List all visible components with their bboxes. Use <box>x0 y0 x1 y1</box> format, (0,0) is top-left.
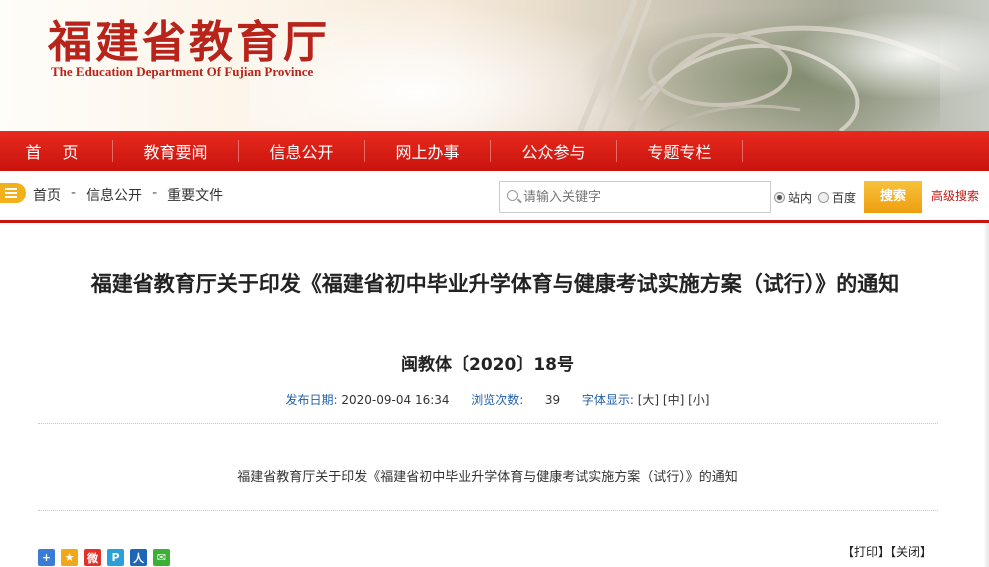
nav-item-online-services[interactable]: 网上办事 <box>365 139 490 163</box>
tencent-weibo-icon[interactable]: P <box>107 549 124 566</box>
menu-list-icon <box>0 183 26 203</box>
scope-baidu-radio[interactable]: 百度 <box>818 189 856 206</box>
font-size-small-button[interactable]: [小] <box>688 393 709 407</box>
breadcrumb: 首页 - 信息公开 - 重要文件 <box>33 185 223 205</box>
article-meta: 发布日期: 2020-09-04 16:34 浏览次数: 39 字体显示: [大… <box>0 391 989 408</box>
print-link[interactable]: 【打印】 <box>842 545 890 559</box>
nav-item-public-participation[interactable]: 公众参与 <box>491 139 616 163</box>
article-body[interactable]: 福建省教育厅关于印发《福建省初中毕业升学体育与健康考试实施方案（试行）》的通知 <box>0 466 975 485</box>
site-logo-title[interactable]: 福建省教育厅 <box>48 6 330 70</box>
font-size-large-button[interactable]: [大] <box>638 393 659 407</box>
share-bar: + ★ 微 P 人 ✉ <box>38 549 170 566</box>
font-size-label: 字体显示: <box>581 393 634 407</box>
search-box <box>499 181 771 213</box>
article-title: 福建省教育厅关于印发《福建省初中毕业升学体育与健康考试实施方案（试行）》的通知 <box>90 272 900 296</box>
font-size-medium-button[interactable]: [中] <box>663 393 684 407</box>
advanced-search-link[interactable]: 高级搜索 <box>931 187 979 204</box>
search-icon <box>507 190 518 201</box>
breadcrumb-important-documents[interactable]: 重要文件 <box>167 185 223 205</box>
breadcrumb-home[interactable]: 首页 <box>33 185 61 205</box>
share-more-icon[interactable]: + <box>38 549 55 566</box>
breadcrumb-separator: - <box>71 185 77 201</box>
publish-date-label: 发布日期: <box>285 393 338 407</box>
article-actions: 【打印】【关闭】 <box>842 543 932 560</box>
scope-baidu-label: 百度 <box>832 191 857 205</box>
nav-item-special-topics[interactable]: 专题专栏 <box>617 139 742 163</box>
scope-site-radio[interactable]: 站内 <box>774 189 812 206</box>
main-nav: 首 页 教育要闻 信息公开 网上办事 公众参与 专题专栏 <box>0 131 989 171</box>
radio-selected-icon <box>774 192 785 203</box>
wechat-icon[interactable]: ✉ <box>153 549 170 566</box>
nav-item-info-disclosure[interactable]: 信息公开 <box>239 139 364 163</box>
nav-item-news[interactable]: 教育要闻 <box>113 139 238 163</box>
document-number: 闽教体〔2020〕18号 <box>401 355 574 375</box>
meta-divider <box>38 423 938 424</box>
site-banner: 福建省教育厅 The Education Department Of Fujia… <box>0 0 989 131</box>
nav-item-home[interactable]: 首 页 <box>0 139 112 163</box>
qzone-icon[interactable]: ★ <box>61 549 78 566</box>
nav-divider <box>742 140 743 162</box>
scope-site-label: 站内 <box>788 191 813 205</box>
radio-unselected-icon <box>818 192 829 203</box>
search-button[interactable]: 搜索 <box>864 181 922 213</box>
article-panel: 福建省教育厅关于印发《福建省初中毕业升学体育与健康考试实施方案（试行）》的通知 … <box>0 223 989 567</box>
breadcrumb-separator: - <box>152 185 158 201</box>
breadcrumb-search-bar: 首页 - 信息公开 - 重要文件 站内 百度 搜索 高级搜索 <box>0 171 989 221</box>
view-count-label: 浏览次数: <box>471 393 524 407</box>
site-logo-subtitle: The Education Department Of Fujian Provi… <box>51 64 314 79</box>
close-link[interactable]: 【关闭】 <box>890 545 932 559</box>
scrollbar-shadow <box>983 223 989 567</box>
weibo-icon[interactable]: 微 <box>84 549 101 566</box>
publish-date: 2020-09-04 16:34 <box>341 393 450 407</box>
renren-icon[interactable]: 人 <box>130 549 147 566</box>
body-divider <box>38 510 938 511</box>
search-input[interactable] <box>523 182 763 212</box>
breadcrumb-info-disclosure[interactable]: 信息公开 <box>86 185 142 205</box>
view-count: 39 <box>544 393 561 407</box>
